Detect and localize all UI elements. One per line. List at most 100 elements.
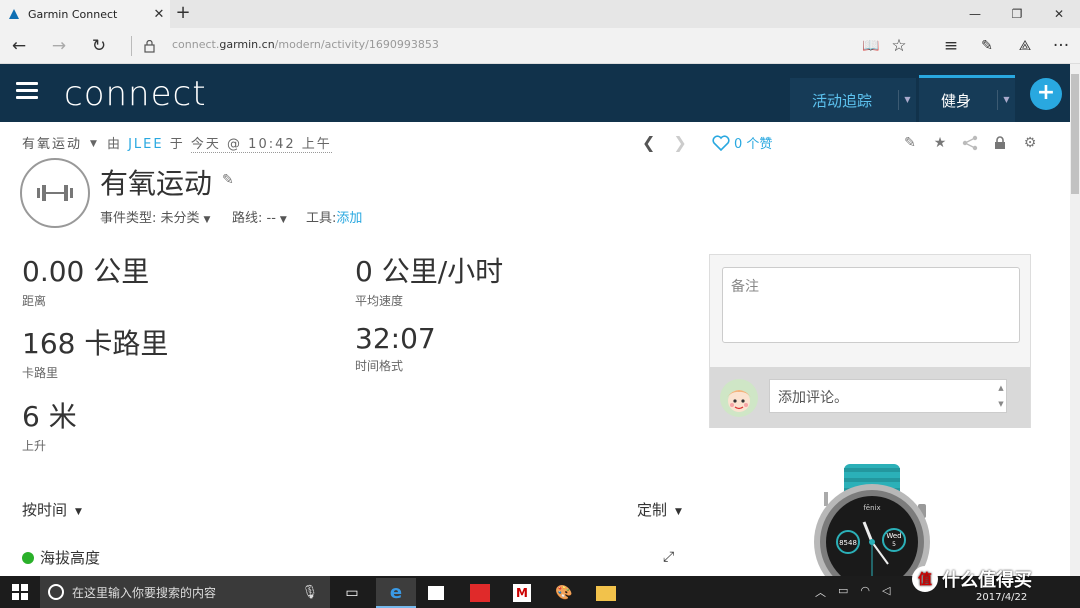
microphone-icon[interactable]: 🎙 xyxy=(301,585,318,600)
likes-button[interactable]: 0 个赞 xyxy=(712,133,772,152)
add-tools-link[interactable]: 添加 xyxy=(336,211,362,226)
scrollbar-thumb[interactable] xyxy=(1071,74,1079,194)
caret-down-icon: ▼ xyxy=(203,215,211,225)
stat-value: 6 米 xyxy=(22,400,77,433)
share-icon[interactable] xyxy=(960,134,980,152)
comment-placeholder: 添加评论。 xyxy=(778,390,848,406)
hamburger-menu-icon[interactable] xyxy=(16,82,38,100)
previous-arrow-icon[interactable]: ❮ xyxy=(642,133,655,152)
watch-brand: fēnix xyxy=(863,504,880,512)
browser-tab-bar: Garmin Connect ✕ + — ❐ ✕ xyxy=(0,0,1080,28)
activity-actions: ✎ ★ ⚙ xyxy=(900,134,1040,152)
event-type[interactable]: 事件类型: 未分类 ▼ xyxy=(100,207,210,226)
avatar xyxy=(720,379,758,417)
sort-label: 按时间 xyxy=(22,501,68,519)
volume-icon[interactable]: ◁ xyxy=(882,584,890,600)
user-link[interactable]: JLEE xyxy=(128,137,164,152)
activity-title[interactable]: 有氧运动 xyxy=(100,162,212,202)
stat-label: 时间格式 xyxy=(355,359,404,373)
stat-label: 距离 xyxy=(22,294,47,308)
notes-panel: 备注 添加评论。 ▲ ▼ xyxy=(709,254,1031,428)
stat-calories: 168 卡路里 卡路里 xyxy=(22,322,168,381)
nav-tab-fitness[interactable]: 健身 ▼ xyxy=(919,75,1015,122)
reading-view-icon[interactable]: 📖 xyxy=(858,34,884,58)
comment-scroll-arrows[interactable]: ▲ ▼ xyxy=(995,380,1007,412)
stat-label: 上升 xyxy=(22,439,47,453)
url-path: /modern/activity/1690993853 xyxy=(274,38,439,51)
chevron-down-icon[interactable]: ▼ xyxy=(997,90,1015,110)
minimize-icon[interactable]: — xyxy=(954,0,996,28)
route-label: 路线: xyxy=(232,211,263,226)
url-field[interactable]: connect.garmin.cn/modern/activity/169099… xyxy=(172,38,439,51)
activity-type-dropdown[interactable]: 有氧运动 xyxy=(22,137,82,152)
route-value: -- xyxy=(266,211,276,226)
customize-dropdown[interactable]: 定制 ▼ xyxy=(637,499,682,520)
cortana-icon xyxy=(48,584,64,600)
stat-value: 168 卡路里 xyxy=(22,327,169,360)
activity-time: 今天 @ 10:42 上午 xyxy=(190,137,332,153)
settings-gear-icon[interactable]: ⚙ xyxy=(1020,134,1040,152)
scrollbar[interactable] xyxy=(1070,64,1080,576)
chevron-down-icon[interactable]: ▼ xyxy=(898,90,916,110)
tools-label: 工具: xyxy=(306,211,337,226)
browser-tab[interactable]: Garmin Connect ✕ xyxy=(0,0,170,28)
edit-pencil-icon[interactable]: ✎ xyxy=(900,134,920,152)
heart-icon xyxy=(712,134,730,151)
event-type-label: 事件类型: xyxy=(100,211,157,226)
new-tab-button[interactable]: + xyxy=(172,3,194,25)
legend-dot xyxy=(22,551,34,564)
notes-placeholder: 备注 xyxy=(731,279,759,295)
share-icon[interactable]: ⟁ xyxy=(1012,34,1038,58)
watch-advertisement[interactable]: fēnix 8548 Wed 5 xyxy=(806,464,938,576)
caret-down-icon: ▼ xyxy=(675,507,682,517)
edit-title-icon[interactable]: ✎ xyxy=(222,172,234,188)
web-note-icon[interactable]: ✎ xyxy=(974,34,1000,58)
wifi-icon[interactable]: ◠ xyxy=(860,584,870,600)
notes-textarea[interactable]: 备注 xyxy=(722,267,1020,343)
connect-logo[interactable]: connect xyxy=(64,74,207,114)
edge-browser-icon[interactable]: e xyxy=(376,578,416,608)
mcafee-shield-icon[interactable]: M xyxy=(502,578,542,608)
expand-icon[interactable]: ⤢ xyxy=(663,549,674,565)
garmin-triangle-icon xyxy=(9,9,19,19)
refresh-icon[interactable]: ↻ xyxy=(86,34,112,58)
lock-icon[interactable] xyxy=(990,134,1010,152)
stat-avg-speed: 0 公里/小时 平均速度 xyxy=(355,250,503,309)
show-hidden-icons-icon[interactable]: ︿ xyxy=(815,584,826,600)
close-window-icon[interactable]: ✕ xyxy=(1038,0,1080,28)
likes-count: 0 个赞 xyxy=(734,137,773,152)
caret-down-icon: ▼ xyxy=(75,507,82,517)
caret-down-icon[interactable]: ▼ xyxy=(90,139,99,149)
battery-icon[interactable]: ▭ xyxy=(838,584,848,600)
route[interactable]: 路线: -- ▼ xyxy=(232,207,287,226)
stat-ascent: 6 米 上升 xyxy=(22,395,77,454)
stat-value: 32:07 xyxy=(355,322,436,355)
elevation-label: 海拔高度 xyxy=(40,549,101,567)
app-red-icon[interactable] xyxy=(460,578,500,608)
windows-start-icon[interactable] xyxy=(12,584,28,600)
comment-input[interactable]: 添加评论。 xyxy=(769,379,1007,413)
forward-arrow-icon[interactable]: → xyxy=(46,34,72,58)
more-icon[interactable]: ··· xyxy=(1048,34,1074,58)
favorite-star-icon[interactable]: ☆ xyxy=(886,34,912,58)
task-view-icon[interactable]: ▭ xyxy=(332,578,372,608)
favorite-star-icon[interactable]: ★ xyxy=(930,134,950,152)
taskbar-search[interactable]: 在这里输入你要搜索的内容 🎙 xyxy=(40,576,330,608)
add-button[interactable]: + xyxy=(1030,78,1062,110)
paint-icon[interactable]: 🎨 xyxy=(544,578,584,608)
caret-down-icon: ▼ xyxy=(279,215,287,225)
restore-icon[interactable]: ❐ xyxy=(996,0,1038,28)
watermark-logo-icon: 值 xyxy=(912,566,938,592)
customize-label: 定制 xyxy=(637,501,668,519)
sort-by-time-dropdown[interactable]: 按时间 ▼ xyxy=(22,499,82,520)
back-arrow-icon[interactable]: ← xyxy=(6,34,32,58)
nav-tab-activity-tracking[interactable]: 活动追踪 ▼ xyxy=(790,78,916,122)
elevation-legend[interactable]: 海拔高度 xyxy=(22,547,100,568)
file-explorer-icon[interactable] xyxy=(586,578,626,608)
hub-icon[interactable]: ≡ xyxy=(938,34,964,58)
store-icon[interactable] xyxy=(416,578,456,608)
next-arrow-icon[interactable]: ❯ xyxy=(673,133,686,152)
tools: 工具:添加 xyxy=(306,207,362,226)
close-tab-icon[interactable]: ✕ xyxy=(148,7,170,22)
taskbar-date[interactable]: 2017/4/22 xyxy=(976,592,1027,603)
